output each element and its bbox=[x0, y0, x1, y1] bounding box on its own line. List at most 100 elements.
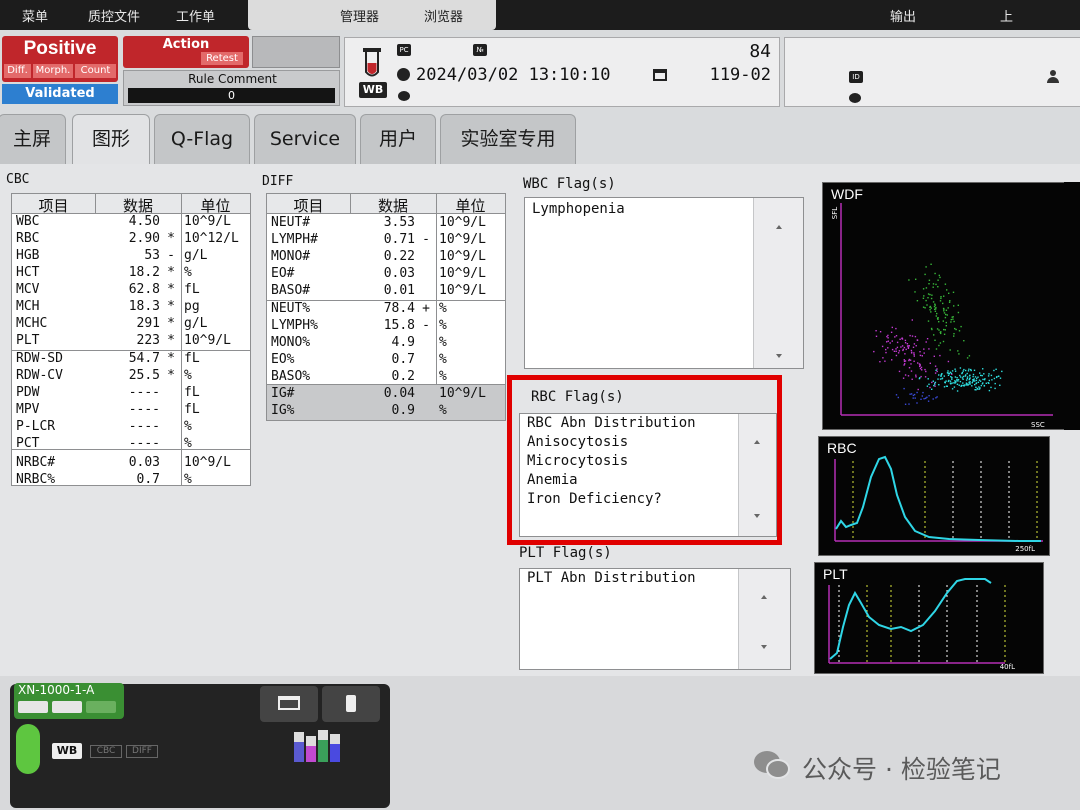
comment-icon[interactable] bbox=[398, 91, 410, 101]
diff-unit: 10^9/L bbox=[439, 249, 486, 264]
cbc-value: 0.7 bbox=[136, 472, 160, 487]
diff-row: MONO# 0.22 10^9/L bbox=[267, 249, 505, 266]
diff-item: IG% bbox=[271, 403, 295, 418]
menu-item-output[interactable]: 输出 bbox=[890, 6, 916, 25]
patient-comment-icon[interactable] bbox=[849, 93, 861, 103]
cbc-flag: * bbox=[167, 299, 175, 314]
cbc-item: NRBC% bbox=[16, 472, 56, 487]
cbc-value: ---- bbox=[128, 419, 160, 434]
diff-item: NEUT% bbox=[271, 301, 311, 316]
analyzer-status-chip bbox=[18, 701, 48, 713]
menu-item-main[interactable]: 菜单 bbox=[22, 6, 48, 25]
cbc-divider bbox=[95, 194, 96, 214]
wbc-flag-scrollbar[interactable] bbox=[753, 198, 803, 368]
diff-value: 15.8 bbox=[383, 318, 415, 333]
diff-unit: 10^9/L bbox=[439, 266, 486, 281]
menu-item-manager[interactable]: 管理器 bbox=[340, 6, 379, 25]
analyzer-name: XN-1000-1-A bbox=[18, 683, 95, 697]
cbc-row: PLT 223 * 10^9/L bbox=[12, 333, 250, 350]
reagent-level-icon bbox=[294, 730, 340, 762]
scroll-down-icon[interactable] bbox=[761, 645, 767, 649]
wbc-flag-list: Lymphopenia bbox=[524, 197, 804, 369]
cbc-header-data: 数据 bbox=[122, 197, 153, 215]
plt-flag-title: PLT Flag(s) bbox=[519, 545, 612, 561]
cbc-unit: fL bbox=[184, 385, 200, 400]
diff-row: LYMPH% 15.8-% bbox=[267, 318, 505, 335]
analyzer-name-badge[interactable]: XN-1000-1-A bbox=[14, 683, 124, 719]
diff-header-item: 项目 bbox=[293, 197, 324, 215]
menu-item-qc-file[interactable]: 质控文件 bbox=[88, 6, 140, 25]
action-panel[interactable]: Action Retest bbox=[123, 36, 249, 68]
cbc-unit: pg bbox=[184, 299, 200, 314]
diff-item: MONO% bbox=[271, 335, 311, 350]
cbc-row: RDW-CV 25.5 *% bbox=[12, 368, 250, 385]
cbc-flag: * bbox=[167, 333, 175, 348]
diff-unit: % bbox=[439, 352, 447, 367]
cbc-unit: 10^9/L bbox=[184, 214, 231, 229]
diff-value: 0.01 bbox=[383, 283, 415, 298]
cbc-row: P-LCR ----% bbox=[12, 419, 250, 436]
cbc-value: 25.5 bbox=[128, 368, 160, 383]
cbc-value: 2.90 bbox=[128, 231, 160, 246]
count-flag: Count bbox=[75, 64, 116, 78]
cbc-value: 62.8 bbox=[128, 282, 160, 297]
rack-button[interactable] bbox=[260, 686, 318, 722]
wechat-logo-icon bbox=[754, 751, 790, 779]
blood-tube-icon bbox=[363, 48, 381, 77]
diff-header-unit: 单位 bbox=[455, 197, 486, 215]
pc-icon: PC bbox=[397, 44, 411, 56]
rule-comment-panel: Rule Comment 0 bbox=[123, 70, 340, 106]
menu-item-worklist[interactable]: 工作单 bbox=[176, 6, 215, 25]
diff-item: MONO# bbox=[271, 249, 311, 264]
diff-item: IG# bbox=[271, 386, 295, 401]
diff-flag: - bbox=[422, 318, 430, 333]
cbc-item: PDW bbox=[16, 385, 40, 400]
scroll-down-icon[interactable] bbox=[776, 354, 782, 358]
positive-label: Positive bbox=[23, 38, 97, 59]
cbc-unit: fL bbox=[184, 402, 200, 417]
tab-graphics[interactable]: 图形 bbox=[72, 114, 150, 168]
sample-tube-button[interactable] bbox=[322, 686, 380, 722]
sample-datetime: 2024/03/02 13:10:10 bbox=[416, 65, 611, 85]
diff-value: 4.9 bbox=[391, 335, 415, 350]
rule-comment-label: Rule Comment bbox=[188, 72, 277, 86]
cbc-value: 223 bbox=[136, 333, 160, 348]
cbc-item: HCT bbox=[16, 265, 40, 280]
analyzer-cbc-mode: CBC bbox=[90, 745, 122, 758]
cbc-unit: g/L bbox=[184, 248, 208, 263]
wbc-flag-title: WBC Flag(s) bbox=[523, 176, 616, 192]
scroll-up-icon[interactable] bbox=[761, 595, 767, 599]
cbc-value: 0.03 bbox=[128, 455, 160, 470]
cbc-value: ---- bbox=[128, 402, 160, 417]
diff-value: 0.9 bbox=[391, 403, 415, 418]
menu-item-previous[interactable]: 上 bbox=[1000, 6, 1013, 25]
sample-number-icon: № bbox=[473, 44, 487, 56]
patient-info-panel: ID bbox=[784, 37, 1080, 107]
cbc-row: NRBC% 0.7% bbox=[12, 472, 250, 489]
analyzer-diff-mode: DIFF bbox=[126, 745, 158, 758]
diff-row: IG% 0.9% bbox=[267, 403, 505, 420]
cbc-header-row: 项目 数据 单位 bbox=[12, 194, 250, 215]
cbc-value: 18.2 bbox=[128, 265, 160, 280]
plt-flag-scrollbar[interactable] bbox=[738, 569, 790, 669]
diff-unit: 10^9/L bbox=[439, 386, 486, 401]
tab-user[interactable]: 用户 bbox=[360, 114, 436, 164]
tab-service[interactable]: Service bbox=[254, 114, 356, 164]
validated-badge[interactable]: Validated bbox=[2, 84, 118, 104]
scroll-up-icon[interactable] bbox=[776, 225, 782, 229]
plt-flag-list: PLT Abn Distribution bbox=[519, 568, 791, 670]
tab-lab-only[interactable]: 实验室专用 bbox=[440, 114, 576, 164]
cbc-value: 18.3 bbox=[128, 299, 160, 314]
rack-position: 119-02 bbox=[709, 65, 771, 85]
diff-section-title: DIFF bbox=[262, 174, 294, 189]
cbc-row: NRBC# 0.03 10^9/L bbox=[12, 455, 250, 472]
cbc-item: MPV bbox=[16, 402, 40, 417]
diff-item: EO% bbox=[271, 352, 295, 367]
cbc-row: RBC 2.90 * 10^12/L bbox=[12, 231, 250, 248]
cbc-row: HGB 53- g/L bbox=[12, 248, 250, 265]
menu-item-browser[interactable]: 浏览器 bbox=[424, 6, 463, 25]
tab-q-flag[interactable]: Q-Flag bbox=[154, 114, 250, 164]
diff-row: LYMPH# 0.71-10^9/L bbox=[267, 232, 505, 249]
diff-value: 0.2 bbox=[391, 369, 415, 384]
tab-main-screen[interactable]: 主屏 bbox=[0, 114, 66, 164]
